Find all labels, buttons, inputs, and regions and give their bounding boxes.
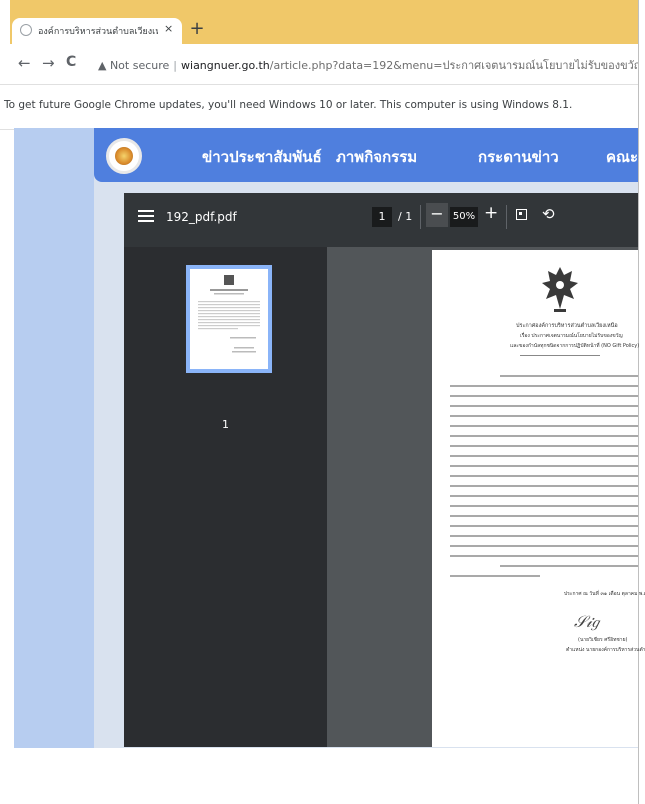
doc-signer-title: ตำแหน่ง นายกองค์การบริหารส่วนตำบล — [566, 647, 645, 653]
pdf-file-name: 192_pdf.pdf — [166, 210, 237, 224]
url-input[interactable]: ▲ Not secure | wiangnuer.go.th/article.php… — [98, 56, 638, 74]
page-number-input[interactable]: 1 — [372, 207, 392, 227]
toolbar-divider — [506, 205, 507, 229]
doc-heading-3: และของกำนัลทุกชนิดจากการปฏิบัติหน้าที่ (… — [510, 343, 640, 349]
zoom-out-button[interactable]: − — [426, 203, 448, 227]
pdf-toolbar: 192_pdf.pdf 1 / 1 − 50% + ⟲ — [124, 193, 638, 247]
address-bar-row: ← → C ▲ Not secure | wiangnuer.go.th/artic… — [10, 44, 638, 84]
page-bottom-blank — [0, 748, 638, 804]
browser-tab[interactable]: องค์การบริหารส่วนตำบลเวียงเหนือ อำเภ... … — [12, 18, 182, 44]
menu-icon[interactable] — [138, 210, 154, 222]
thumbnail-page-number: 1 — [222, 418, 229, 431]
signature-image: 𝒮𝒾𝑔 — [574, 612, 600, 631]
nav-item-gallery[interactable]: ภาพกิจกรรม — [336, 145, 417, 169]
url-path: /article.php?data=192&menu=ประกาศเจตนารม… — [269, 59, 638, 72]
garuda-emblem-icon — [542, 267, 578, 312]
doc-heading-2: เรื่อง ประกาศเจตนารมณ์นโยบายไม่รับของขวั… — [520, 333, 623, 339]
site-left-panel — [14, 128, 94, 748]
right-border-line — [638, 0, 639, 804]
url-domain: wiangnuer.go.th — [181, 59, 270, 72]
back-arrow-icon[interactable]: ← — [18, 54, 31, 72]
page-thumbnail[interactable] — [186, 265, 272, 373]
rotate-icon[interactable]: ⟲ — [542, 205, 555, 223]
zoom-in-button[interactable]: + — [484, 203, 498, 223]
fit-to-page-icon[interactable] — [516, 209, 527, 220]
nav-item-committee[interactable]: คณะ — [606, 145, 638, 169]
close-tab-icon[interactable]: × — [164, 22, 173, 35]
update-info-text: To get future Google Chrome updates, you… — [4, 99, 573, 111]
reload-icon[interactable]: C — [66, 54, 76, 70]
new-tab-button[interactable]: + — [186, 16, 208, 42]
not-secure-label[interactable]: ▲ Not secure — [98, 59, 169, 72]
thumbnail-page-preview — [198, 275, 260, 353]
doc-date-line: ประกาศ ณ วันที่ ๓๑ เดือน ตุลาคม พ.ศ. — [564, 591, 645, 597]
update-info-bar: To get future Google Chrome updates, you… — [0, 84, 638, 130]
tab-title: องค์การบริหารส่วนตำบลเวียงเหนือ อำเภ... — [38, 27, 158, 37]
nav-item-news[interactable]: ข่าวประชาสัมพันธ์ — [202, 145, 322, 169]
loading-icon — [20, 24, 32, 36]
nav-item-board[interactable]: กระดานข่าว — [478, 145, 559, 169]
doc-heading-1: ประกาศองค์การบริหารส่วนตำบลเวียงเหนือ — [516, 323, 618, 329]
site-logo[interactable] — [106, 138, 142, 174]
doc-signer-name: (นายวิเชียร ศรีอิทชาย) — [578, 637, 628, 643]
doc-separator — [520, 355, 600, 356]
forward-arrow-icon[interactable]: → — [42, 54, 55, 72]
page-total: / 1 — [398, 210, 413, 223]
zoom-input[interactable]: 50% — [450, 207, 478, 227]
toolbar-divider — [420, 205, 421, 229]
